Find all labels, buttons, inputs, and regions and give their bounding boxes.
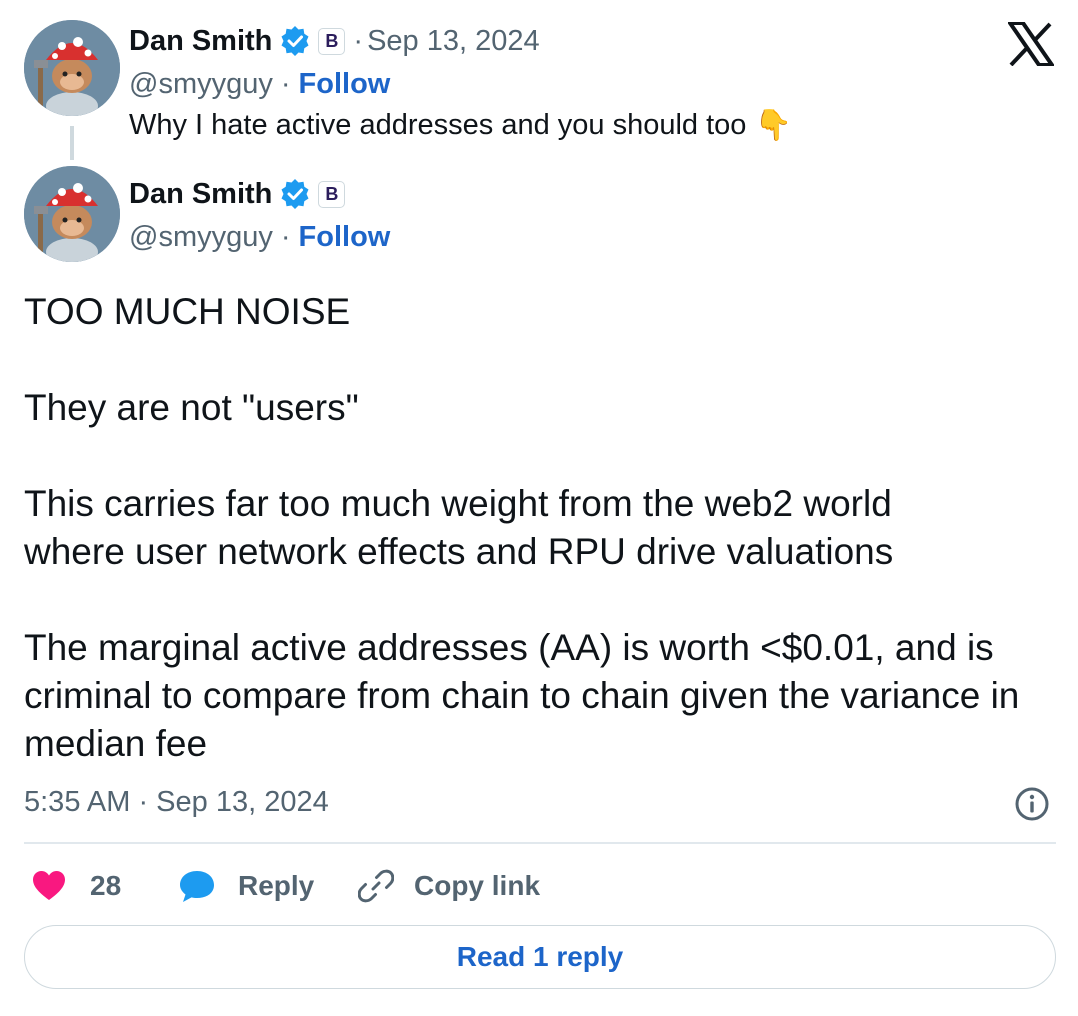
separator-dot: · xyxy=(280,67,291,100)
tweet-header: Dan Smith B xyxy=(129,175,346,213)
quoted-tweet-header: Dan Smith B · Sep 13, 2024 xyxy=(129,22,540,60)
tweet-paragraph: This carries far too much weight from th… xyxy=(24,483,894,572)
follow-button[interactable]: Follow xyxy=(299,68,391,101)
speech-bubble-icon xyxy=(178,869,216,903)
quoted-tweet-handle-row: @smyyguy · Follow xyxy=(129,65,390,103)
copy-link-button[interactable]: Copy link xyxy=(357,866,541,906)
tweet-date[interactable]: Sep 13, 2024 xyxy=(367,25,540,58)
tweet-paragraph: They are not "users" xyxy=(24,387,359,428)
info-icon[interactable] xyxy=(1014,786,1050,822)
reply-button[interactable]: Reply xyxy=(178,866,314,906)
tweet-paragraph: TOO MUCH NOISE xyxy=(24,291,351,332)
affiliate-badge[interactable]: B xyxy=(318,180,346,208)
tweet-timestamp[interactable]: 5:35 AM · Sep 13, 2024 xyxy=(24,786,329,819)
like-button[interactable]: 28 xyxy=(32,866,121,906)
heart-icon xyxy=(32,870,66,902)
follow-button[interactable]: Follow xyxy=(299,221,391,254)
tweet-paragraph: The marginal active addresses (AA) is wo… xyxy=(24,627,1020,764)
x-logo-icon[interactable] xyxy=(1006,21,1056,67)
avatar[interactable] xyxy=(24,20,120,116)
thread-connector-line xyxy=(70,126,74,160)
separator-dot: · xyxy=(353,24,364,57)
copy-link-label: Copy link xyxy=(414,870,541,901)
author-name[interactable]: Dan Smith xyxy=(129,178,272,211)
quoted-tweet-text-row: Why I hate active addresses and you shou… xyxy=(129,106,792,144)
avatar[interactable] xyxy=(24,166,120,262)
like-count: 28 xyxy=(90,870,122,901)
author-handle[interactable]: @smyyguy xyxy=(129,68,273,101)
separator-dot: · xyxy=(280,220,291,253)
author-handle[interactable]: @smyyguy xyxy=(129,221,273,254)
pointing-down-emoji: 👇 xyxy=(754,108,792,142)
verified-badge-icon xyxy=(280,26,310,56)
affiliate-badge[interactable]: B xyxy=(318,27,346,55)
reply-label: Reply xyxy=(238,870,315,901)
link-icon xyxy=(357,868,395,904)
read-replies-label: Read 1 reply xyxy=(456,941,624,972)
read-replies-button[interactable]: Read 1 reply xyxy=(24,925,1056,989)
verified-badge-icon xyxy=(280,179,310,209)
tweet-body: TOO MUCH NOISE They are not "users" This… xyxy=(24,288,1054,768)
divider xyxy=(24,842,1056,844)
tweet-handle-row: @smyyguy · Follow xyxy=(129,218,390,256)
author-name[interactable]: Dan Smith xyxy=(129,25,272,58)
quoted-tweet-text: Why I hate active addresses and you shou… xyxy=(129,108,747,141)
